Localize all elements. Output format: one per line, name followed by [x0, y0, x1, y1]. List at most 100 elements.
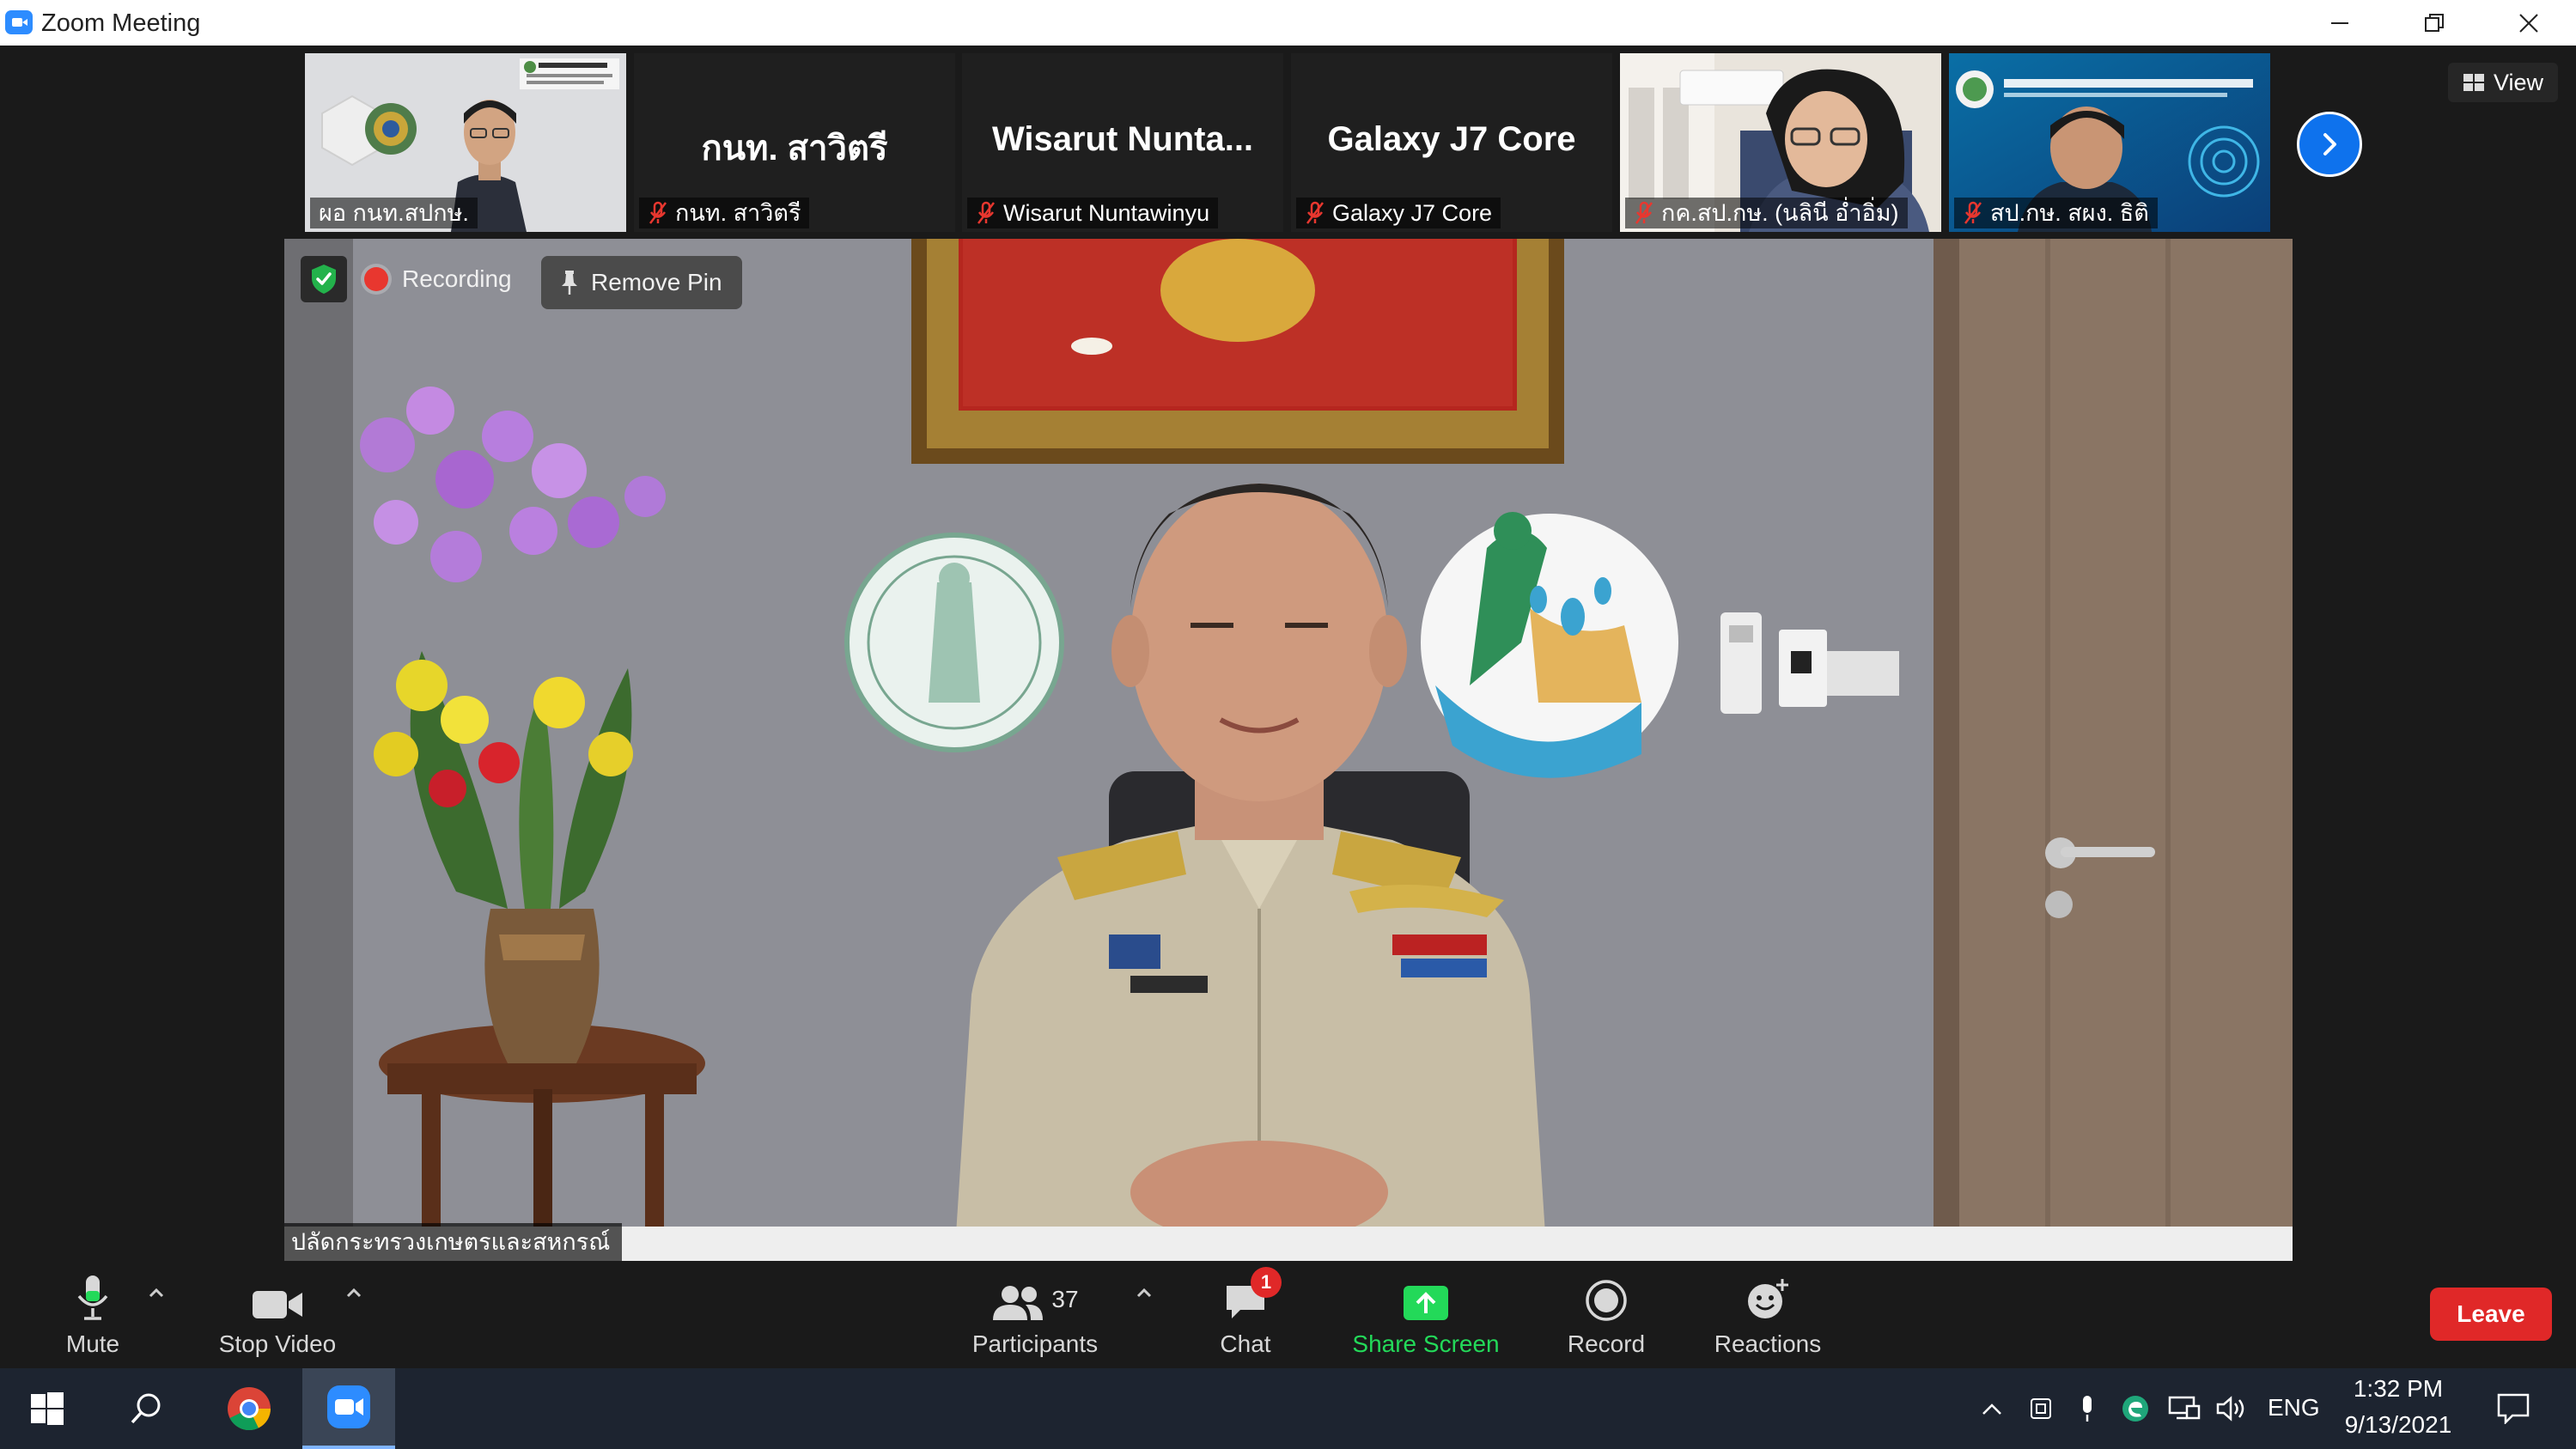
title-bar: Zoom Meeting — [0, 0, 2576, 46]
remove-pin-button[interactable]: Remove Pin — [541, 256, 742, 309]
share-screen-button[interactable]: Share Screen — [1349, 1263, 1503, 1368]
mic-muted-icon — [1305, 201, 1325, 225]
chevron-up-icon — [1136, 1288, 1152, 1298]
mute-label: Mute — [65, 1330, 120, 1357]
input-language[interactable]: ENG — [2268, 1394, 2320, 1422]
participant-thumbnail[interactable]: ผอ กนท.สปกษ. — [305, 53, 626, 232]
start-button[interactable] — [0, 1368, 94, 1449]
zoom-icon — [327, 1385, 370, 1428]
participant-name-tag: กค.สป.กษ. (นลินี อ่ำอิ่ม) — [1625, 198, 1908, 228]
reactions-button[interactable]: Reactions — [1709, 1263, 1826, 1368]
speaker-video-frame — [284, 239, 2293, 1261]
meet-now-tray[interactable] — [2022, 1368, 2060, 1449]
participant-name: สป.กษ. สผง. ธิติ — [1990, 200, 2149, 226]
chevron-right-icon — [2323, 133, 2336, 155]
search-icon — [131, 1393, 161, 1424]
participant-name-tag: Wisarut Nuntawinyu — [967, 198, 1219, 228]
minimize-icon — [2331, 21, 2348, 24]
participant-name-tag: กนท. สาวิตรี — [639, 198, 810, 228]
mic-muted-icon — [1634, 201, 1654, 225]
share-screen-icon — [1404, 1286, 1448, 1320]
participant-display-name: Wisarut Nunta... — [991, 120, 1254, 158]
participants-icon — [993, 1286, 1044, 1320]
participants-count: 37 — [1051, 1286, 1079, 1312]
video-camera-icon — [253, 1291, 302, 1318]
microphone-icon — [77, 1275, 108, 1320]
windows-taskbar: ENG 1:32 PM 9/13/2021 — [0, 1368, 2576, 1449]
clock-time[interactable]: 1:32 PM — [2345, 1375, 2451, 1403]
chat-unread-badge: 1 — [1251, 1267, 1282, 1298]
shield-check-icon — [312, 265, 336, 294]
stop-video-label: Stop Video — [218, 1330, 337, 1357]
network-icon — [2168, 1396, 2201, 1420]
audio-options-button[interactable] — [144, 1284, 168, 1301]
participant-name-tag: ผอ กนท.สปกษ. — [310, 198, 478, 228]
search-button[interactable] — [103, 1368, 189, 1449]
participant-name: Galaxy J7 Core — [1332, 200, 1493, 226]
record-icon — [1586, 1280, 1627, 1321]
mute-button[interactable]: Mute — [50, 1263, 136, 1368]
notifications-button[interactable] — [2488, 1368, 2539, 1449]
participants-options-button[interactable] — [1132, 1284, 1156, 1301]
stop-video-button[interactable]: Stop Video — [213, 1263, 342, 1368]
share-screen-label: Share Screen — [1352, 1330, 1500, 1357]
chevron-up-icon — [346, 1288, 362, 1298]
participant-thumbnail[interactable]: Wisarut Nunta... Wisarut Nuntawinyu — [962, 53, 1283, 232]
speaker-volume-icon — [2216, 1396, 2244, 1422]
recording-dot-icon — [364, 267, 388, 291]
microphone-tray[interactable] — [2068, 1368, 2106, 1449]
participant-thumbnail[interactable]: กค.สป.กษ. (นลินี อ่ำอิ่ม) — [1620, 53, 1941, 232]
notification-icon — [2497, 1393, 2530, 1424]
view-label: View — [2493, 69, 2544, 95]
record-label: Record — [1567, 1330, 1646, 1357]
close-button[interactable] — [2482, 0, 2576, 46]
participant-thumbnail[interactable]: Galaxy J7 Core Galaxy J7 Core — [1291, 53, 1612, 232]
participant-name: ผอ กนท.สปกษ. — [319, 200, 469, 226]
zoom-taskbar-button[interactable] — [302, 1368, 395, 1449]
edge-icon — [2122, 1396, 2148, 1422]
participants-label: Participants — [971, 1330, 1099, 1357]
chrome-icon — [228, 1387, 271, 1431]
record-button[interactable]: Record — [1555, 1263, 1658, 1368]
smiley-plus-icon — [1748, 1279, 1788, 1318]
participant-thumbnail[interactable]: สป.กษ. สผง. ธิติ — [1949, 53, 2270, 232]
participant-name: Wisarut Nuntawinyu — [1003, 200, 1210, 226]
restore-button[interactable] — [2387, 0, 2482, 46]
volume-tray[interactable] — [2213, 1368, 2252, 1449]
speaker-name-tag: ปลัดกระทรวงเกษตรและสหกรณ์ — [284, 1223, 623, 1261]
meeting-controls-toolbar: Mute Stop Video 37 Participants 1 Chat S… — [0, 1263, 2576, 1368]
windows-logo-icon — [31, 1392, 64, 1425]
chevron-up-icon — [149, 1288, 164, 1298]
close-icon — [2519, 13, 2538, 33]
main-speaker-video — [284, 239, 2293, 1261]
mic-muted-icon — [1963, 201, 1983, 225]
video-options-button[interactable] — [342, 1284, 366, 1301]
chrome-taskbar-button[interactable] — [206, 1368, 292, 1449]
browser-tray[interactable] — [2115, 1368, 2156, 1449]
pin-icon — [562, 271, 577, 295]
chat-button[interactable]: 1 Chat — [1211, 1263, 1282, 1368]
grid-view-icon — [2463, 74, 2484, 91]
minimize-button[interactable] — [2293, 0, 2387, 46]
camera-tray-icon — [2031, 1398, 2051, 1419]
next-page-button[interactable] — [2297, 112, 2362, 177]
zoom-app-icon — [5, 10, 33, 34]
window-title: Zoom Meeting — [41, 9, 201, 37]
restore-icon — [2425, 13, 2444, 32]
mic-muted-icon — [648, 201, 668, 225]
participant-display-name: กนท. สาวิตรี — [701, 130, 888, 167]
view-button[interactable]: View — [2448, 63, 2558, 102]
encryption-status[interactable] — [301, 256, 347, 302]
show-hidden-icons-button[interactable] — [1972, 1368, 2012, 1449]
leave-button[interactable]: Leave — [2430, 1288, 2552, 1341]
recording-indicator[interactable]: Recording — [364, 256, 512, 302]
participant-name-tag: Galaxy J7 Core — [1296, 198, 1501, 228]
clock-date[interactable]: 9/13/2021 — [2336, 1411, 2460, 1439]
participant-thumbnail[interactable]: กนท. สาวิตรี กนท. สาวิตรี — [634, 53, 955, 232]
participants-button[interactable]: 37 Participants — [962, 1263, 1108, 1368]
network-tray[interactable] — [2165, 1368, 2204, 1449]
recording-label: Recording — [402, 265, 512, 292]
microphone-icon — [2083, 1396, 2092, 1422]
remove-pin-label: Remove Pin — [591, 269, 722, 295]
mic-muted-icon — [976, 201, 996, 225]
